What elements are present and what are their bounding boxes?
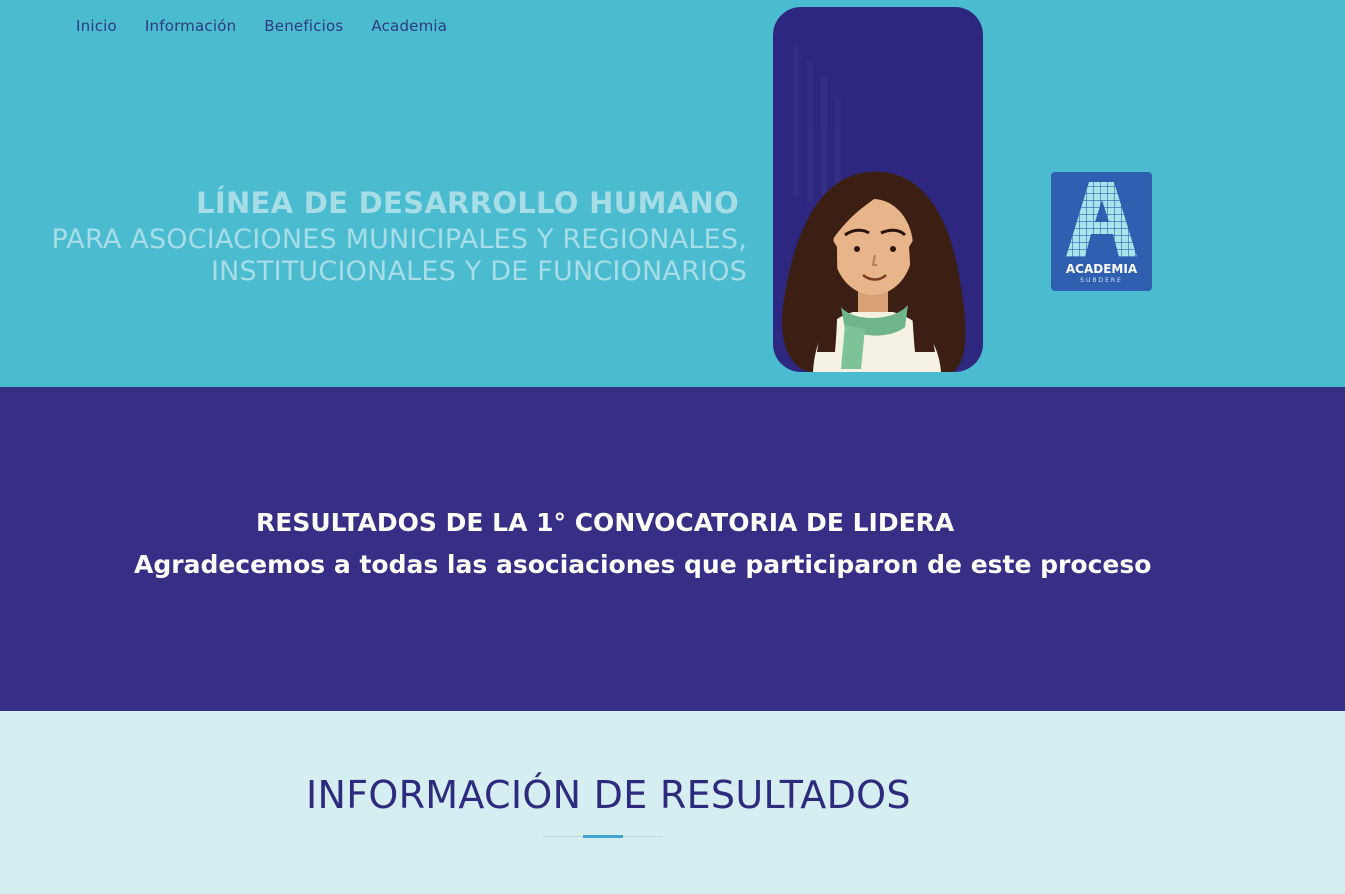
hero-line-1: LÍNEA DE DESARROLLO HUMANO <box>196 186 739 220</box>
results-section: INFORMACIÓN DE RESULTADOS <box>0 711 1345 894</box>
heading-divider-accent <box>583 835 623 838</box>
character-illustration <box>781 47 966 372</box>
hero-line-2: PARA ASOCIACIONES MUNICIPALES Y REGIONAL… <box>51 224 747 255</box>
main-nav: Inicio Información Beneficios Academia <box>76 17 475 35</box>
hero-video-card[interactable] <box>773 7 983 372</box>
banner-title: RESULTADOS DE LA 1° CONVOCATORIA DE LIDE… <box>256 508 955 537</box>
logo-subtext: SUBDERE <box>1080 277 1123 284</box>
nav-item-academia[interactable]: Academia <box>371 17 447 35</box>
hero-section: Inicio Información Beneficios Academia L… <box>0 0 1345 387</box>
results-announcement-banner: RESULTADOS DE LA 1° CONVOCATORIA DE LIDE… <box>0 387 1345 711</box>
nav-item-informacion[interactable]: Información <box>145 17 236 35</box>
academia-logo[interactable]: ACADEMIA SUBDERE <box>1051 172 1152 291</box>
results-heading: INFORMACIÓN DE RESULTADOS <box>306 773 911 817</box>
nav-item-beneficios[interactable]: Beneficios <box>264 17 343 35</box>
nav-item-inicio[interactable]: Inicio <box>76 17 117 35</box>
logo-wordmark: ACADEMIA <box>1065 262 1138 276</box>
banner-subtitle: Agradecemos a todas las asociaciones que… <box>134 550 1152 579</box>
hero-heading: LÍNEA DE DESARROLLO HUMANO PARA ASOCIACI… <box>0 182 747 288</box>
hero-line-3: INSTITUCIONALES Y DE FUNCIONARIOS <box>210 256 747 287</box>
